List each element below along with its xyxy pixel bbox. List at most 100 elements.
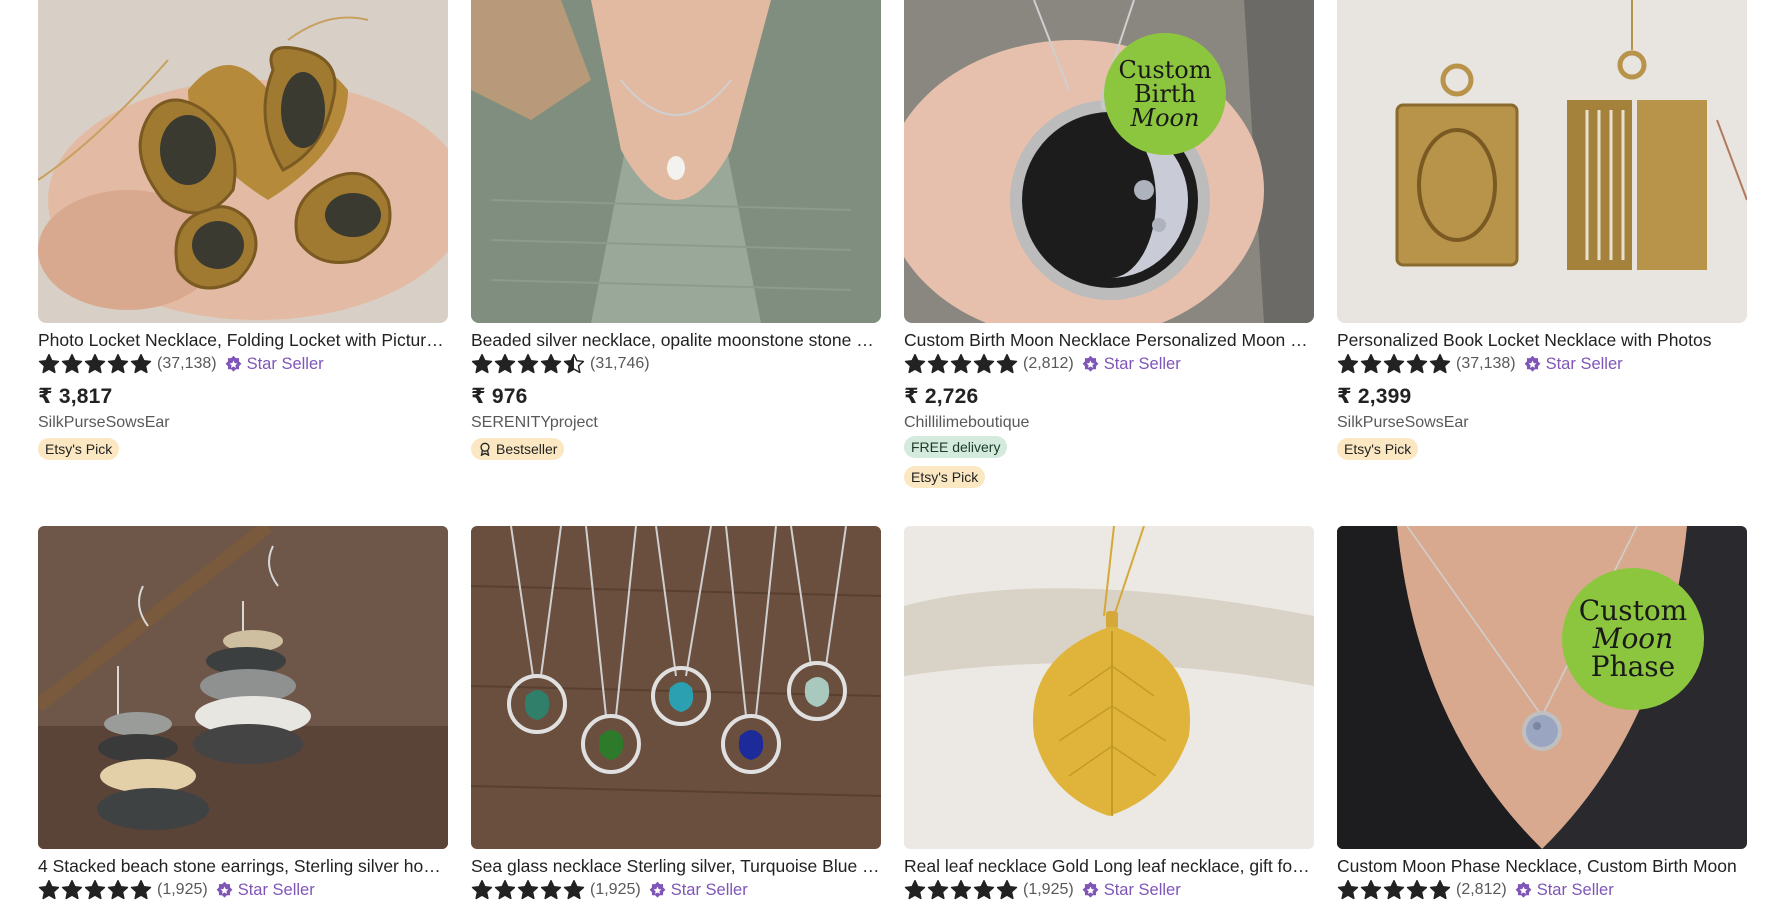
listing-image[interactable]	[38, 526, 448, 849]
star-icon	[1383, 353, 1405, 374]
listing-title[interactable]: Beaded silver necklace, opalite moonston…	[471, 329, 881, 351]
rating-row: (1,925) Star Seller	[904, 878, 1314, 902]
star-seller-label: Star Seller	[1103, 880, 1181, 899]
star-icon	[927, 353, 949, 374]
star-icon	[1337, 879, 1359, 900]
listing-title[interactable]: Sea glass necklace Sterling silver, Turq…	[471, 855, 881, 877]
star-icon	[38, 879, 60, 900]
overlay-line-1: Custom	[1578, 594, 1688, 627]
rating-row: (37,138) Star Seller	[1337, 352, 1747, 376]
star-rating	[904, 879, 1018, 901]
star-icon	[904, 353, 926, 374]
star-icon	[130, 353, 152, 374]
listing-card[interactable]: 4 Stacked beach stone earrings, Sterling…	[38, 526, 448, 902]
listing-price: ₹ 3,817	[38, 385, 113, 408]
overlay-line-3: Moon	[1130, 104, 1200, 132]
review-count: (1,925)	[157, 881, 208, 898]
star-icon	[61, 353, 83, 374]
star-rating	[38, 879, 152, 901]
star-icon	[973, 353, 995, 374]
review-count: (2,812)	[1456, 881, 1507, 898]
listing-image[interactable]	[38, 0, 448, 323]
listing-card[interactable]: Real leaf necklace Gold Long leaf neckla…	[904, 526, 1314, 902]
bestseller-badge: Bestseller	[471, 438, 565, 460]
star-icon	[84, 879, 106, 900]
shop-name[interactable]: SilkPurseSowsEar	[38, 414, 448, 432]
star-icon	[84, 353, 106, 374]
overlay-line-1: Custom	[1118, 56, 1212, 84]
star-seller-badge: Star Seller	[1081, 355, 1181, 374]
rating-row: (1,925) Star Seller	[38, 878, 448, 902]
star-icon	[38, 353, 60, 374]
star-icon	[107, 353, 129, 374]
listing-card[interactable]: Sea glass necklace Sterling silver, Turq…	[471, 526, 881, 902]
rating-row: (37,138) Star Seller	[38, 352, 448, 376]
shop-name[interactable]: Chillilimeboutique	[904, 414, 1314, 432]
listing-title[interactable]: Personalized Book Locket Necklace with P…	[1337, 329, 1747, 351]
star-seller-icon	[216, 881, 233, 898]
badge-stack: FREE delivery Etsy's Pick	[904, 432, 1314, 488]
listing-image[interactable]	[471, 526, 881, 849]
listing-title[interactable]: Custom Moon Phase Necklace, Custom Birth…	[1337, 855, 1747, 877]
listing-card[interactable]: Custom Birth Moon Custom Birth Moon Neck…	[904, 0, 1314, 488]
listing-title[interactable]: 4 Stacked beach stone earrings, Sterling…	[38, 855, 448, 877]
star-icon	[540, 879, 562, 900]
star-icon	[494, 353, 516, 374]
star-rating	[471, 353, 585, 375]
star-seller-badge: Star Seller	[1081, 881, 1181, 900]
star-seller-badge: Star Seller	[1523, 355, 1623, 374]
star-icon	[563, 353, 585, 374]
star-icon	[471, 353, 493, 374]
review-count: (31,746)	[590, 355, 650, 372]
rating-row: (31,746)	[471, 352, 881, 376]
star-icon	[540, 353, 562, 374]
review-count: (1,925)	[590, 881, 641, 898]
review-count: (2,812)	[1023, 355, 1074, 372]
listing-image[interactable]	[471, 0, 881, 323]
star-seller-label: Star Seller	[246, 354, 324, 373]
star-rating	[904, 353, 1018, 375]
star-icon	[107, 879, 129, 900]
star-seller-label: Star Seller	[237, 880, 315, 899]
star-seller-badge: Star Seller	[215, 881, 315, 900]
listing-card[interactable]: Beaded silver necklace, opalite moonston…	[471, 0, 881, 460]
shop-name[interactable]: SilkPurseSowsEar	[1337, 414, 1747, 432]
listing-image[interactable]: Custom Birth Moon	[904, 0, 1314, 323]
listing-card[interactable]: Personalized Book Locket Necklace with P…	[1337, 0, 1747, 460]
star-seller-icon	[1515, 881, 1532, 898]
listing-price: ₹ 2,726	[904, 385, 979, 408]
star-seller-icon	[1524, 355, 1541, 372]
listing-image[interactable]: Custom Moon Phase	[1337, 526, 1747, 849]
listing-title[interactable]: Custom Birth Moon Necklace Personalized …	[904, 329, 1314, 351]
star-seller-badge: Star Seller	[1514, 881, 1614, 900]
listing-card[interactable]: Custom Moon Phase Custom Moon Phase Neck…	[1337, 526, 1747, 902]
star-icon	[927, 879, 949, 900]
star-icon	[996, 879, 1018, 900]
star-icon	[563, 879, 585, 900]
star-icon	[950, 879, 972, 900]
listing-price: ₹ 976	[471, 385, 528, 408]
star-seller-icon	[225, 355, 242, 372]
star-seller-badge: Star Seller	[648, 881, 748, 900]
listing-image[interactable]	[904, 526, 1314, 849]
listing-title[interactable]: Real leaf necklace Gold Long leaf neckla…	[904, 855, 1314, 877]
shop-name[interactable]: SERENITYproject	[471, 414, 881, 432]
star-icon	[471, 879, 493, 900]
star-seller-label: Star Seller	[1536, 880, 1614, 899]
star-seller-label: Star Seller	[1545, 354, 1623, 373]
listing-card[interactable]: Photo Locket Necklace, Folding Locket wi…	[38, 0, 448, 460]
star-icon	[1406, 879, 1428, 900]
listing-price: ₹ 2,399	[1337, 385, 1412, 408]
rating-row: (1,925) Star Seller	[471, 878, 881, 902]
ribbon-icon	[480, 442, 490, 456]
star-seller-icon	[649, 881, 666, 898]
listing-image[interactable]	[1337, 0, 1747, 323]
listing-title[interactable]: Photo Locket Necklace, Folding Locket wi…	[38, 329, 448, 351]
star-icon	[517, 879, 539, 900]
star-seller-badge: Star Seller	[224, 355, 324, 374]
star-seller-label: Star Seller	[670, 880, 748, 899]
star-rating	[1337, 353, 1451, 375]
custom-moon-phase-badge: Custom Moon Phase	[1562, 568, 1704, 710]
star-rating	[1337, 879, 1451, 901]
star-rating	[471, 879, 585, 901]
